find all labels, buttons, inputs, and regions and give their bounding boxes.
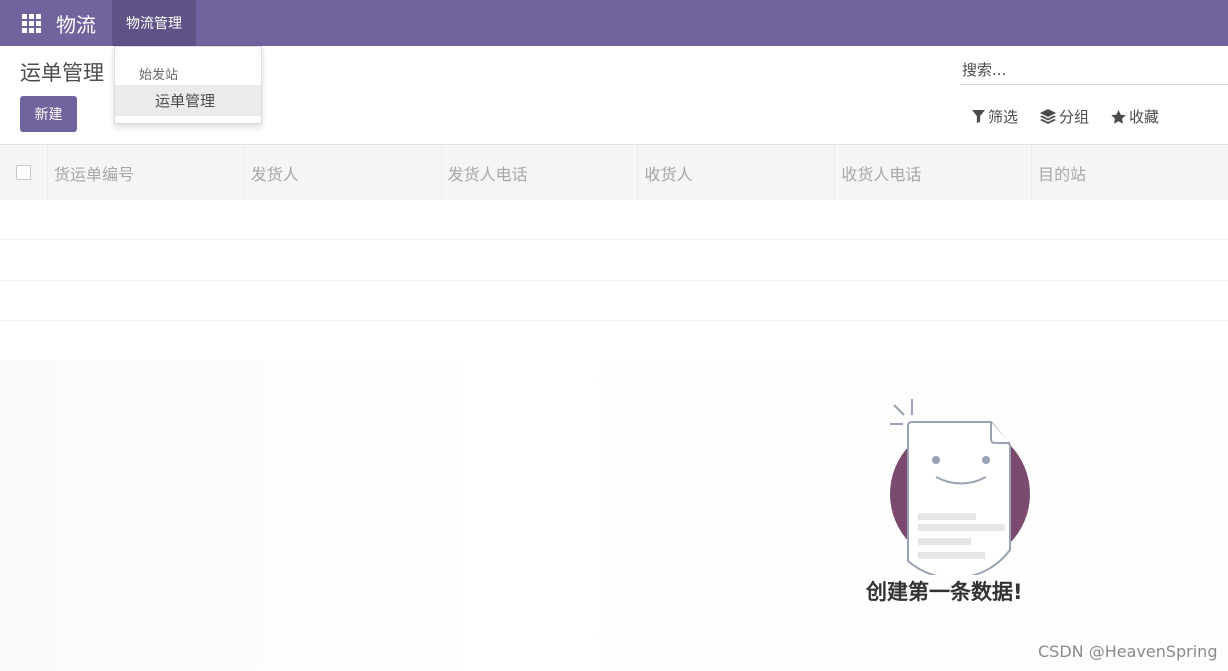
column-header-waybill-number[interactable]: 货运单编号 — [46, 145, 244, 200]
star-icon — [1111, 109, 1126, 124]
dropdown-item-waybill-management[interactable]: 运单管理 — [115, 85, 261, 116]
menu-logistics-management[interactable]: 物流管理 — [112, 0, 196, 46]
search-box — [960, 56, 1228, 85]
apps-menu-icon[interactable] — [10, 0, 52, 46]
select-all-checkbox[interactable] — [15, 165, 31, 180]
layers-icon — [1040, 109, 1057, 124]
filter-label: 筛选 — [988, 108, 1019, 126]
empty-state-area — [0, 360, 1228, 671]
app-brand[interactable]: 物流 — [56, 9, 96, 38]
column-header-consignee[interactable]: 收货人 — [637, 145, 834, 200]
top-navbar: 物流 物流管理 — [0, 0, 1228, 46]
empty-row-divider — [0, 280, 1228, 281]
column-header-shipper-phone[interactable]: 发货人电话 — [440, 145, 638, 200]
dropdown-section-header: 始发站 — [139, 68, 179, 83]
filter-button[interactable]: 筛选 — [972, 106, 1018, 127]
empty-state-title: 创建第一条数据! — [866, 580, 1023, 604]
logistics-dropdown-menu: 始发站 运单管理 — [114, 46, 262, 124]
empty-document-illustration — [870, 395, 1040, 580]
column-header-consignee-phone[interactable]: 收货人电话 — [834, 145, 1031, 200]
favorites-label: 收藏 — [1129, 108, 1160, 126]
search-options: 筛选 分组 收藏 — [972, 106, 1181, 127]
watermark: CSDN @HeavenSpring — [1038, 642, 1218, 661]
select-all-cell — [0, 145, 47, 200]
new-button[interactable]: 新建 — [20, 96, 77, 132]
group-by-label: 分组 — [1059, 108, 1090, 126]
group-by-button[interactable]: 分组 — [1040, 106, 1089, 127]
column-header-destination[interactable]: 目的站 — [1031, 145, 1228, 200]
favorites-button[interactable]: 收藏 — [1111, 106, 1159, 127]
column-header-shipper[interactable]: 发货人 — [243, 145, 441, 200]
list-table-header: 货运单编号 发货人 发货人电话 收货人 收货人电话 目的站 — [0, 145, 1228, 200]
page-title: 运单管理 — [20, 61, 104, 85]
empty-row-divider — [0, 320, 1228, 321]
funnel-icon — [972, 110, 985, 123]
empty-row-divider — [0, 239, 1228, 240]
search-input[interactable] — [960, 56, 1228, 84]
